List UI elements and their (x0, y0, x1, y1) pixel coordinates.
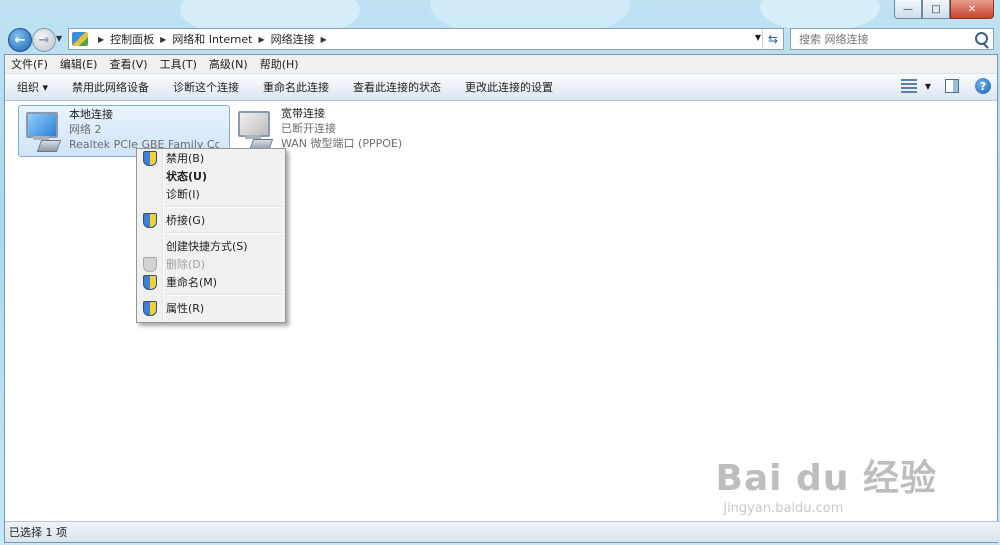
change-settings-button[interactable]: 更改此连接的设置 (453, 79, 565, 95)
menu-file[interactable]: 文件(F) (11, 56, 48, 72)
chevron-right-icon[interactable]: ▶ (259, 35, 265, 44)
disable-device-button[interactable]: 禁用此网络设备 (60, 79, 161, 95)
view-options-icon[interactable] (900, 79, 917, 93)
command-bar-right: ▼ ? (900, 78, 991, 94)
menu-item-label: 诊断(I) (166, 188, 200, 201)
breadcrumb-item[interactable]: 控制面板 (110, 31, 154, 47)
context-menu: 禁用(B) 状态(U) 诊断(I) 桥接(G) 创建快捷方式(S) 删除(D) … (136, 148, 286, 323)
menu-item-properties[interactable]: 属性(R) (137, 299, 285, 317)
menu-item-disable[interactable]: 禁用(B) (137, 149, 285, 167)
chevron-right-icon[interactable]: ▶ (98, 35, 104, 44)
menu-help[interactable]: 帮助(H) (260, 56, 299, 72)
uac-shield-icon (143, 275, 157, 290)
menu-item-delete: 删除(D) (137, 255, 285, 273)
forward-button[interactable]: → (32, 28, 56, 52)
menu-item-diagnose[interactable]: 诊断(I) (137, 185, 285, 203)
breadcrumb-item[interactable]: 网络和 Internet (172, 31, 252, 47)
breadcrumb-item[interactable]: 网络连接 (271, 31, 315, 47)
title-bar (0, 0, 1000, 28)
address-bar[interactable]: ▶ 控制面板 ▶ 网络和 Internet ▶ 网络连接 ▶ ▼ ⇆ (68, 28, 784, 50)
status-text: 已选择 1 项 (9, 526, 67, 539)
preview-pane-icon[interactable] (945, 79, 959, 93)
connection-network: 已断开连接 (281, 122, 336, 135)
search-icon[interactable] (975, 32, 988, 45)
watermark-logo: Bai du 经验 (715, 458, 937, 499)
watermark-url: jingyan.baidu.com (723, 501, 844, 516)
menu-item-label: 桥接(G) (166, 214, 206, 227)
back-button[interactable]: ← (8, 28, 32, 52)
menu-separator (165, 294, 283, 296)
connection-device: WAN 微型端口 (PPPOE) (281, 137, 403, 150)
connection-name: 本地连接 (69, 108, 113, 121)
network-adapter-icon (23, 112, 62, 152)
minimize-button[interactable]: — (894, 0, 922, 19)
chevron-down-icon[interactable]: ▼ (925, 82, 931, 91)
menu-item-label: 删除(D) (166, 258, 206, 271)
menu-item-rename[interactable]: 重命名(M) (137, 273, 285, 291)
breadcrumb: ▶ 控制面板 ▶ 网络和 Internet ▶ 网络连接 ▶ (92, 31, 333, 47)
menu-item-bridge[interactable]: 桥接(G) (137, 211, 285, 229)
menu-edit[interactable]: 编辑(E) (60, 56, 98, 72)
status-bar: 已选择 1 项 (5, 521, 1000, 542)
menu-bar: 文件(F) 编辑(E) 查看(V) 工具(T) 高级(N) 帮助(H) (5, 55, 997, 74)
menu-item-create-shortcut[interactable]: 创建快捷方式(S) (137, 237, 285, 255)
menu-separator (165, 232, 283, 234)
menu-item-label: 创建快捷方式(S) (166, 240, 248, 253)
menu-separator (165, 206, 283, 208)
search-box[interactable] (790, 28, 994, 50)
refresh-button[interactable]: ⇆ (762, 29, 783, 49)
menu-item-status[interactable]: 状态(U) (137, 167, 285, 185)
explorer-window: — □ ✕ ← → ▼ ▶ 控制面板 ▶ 网络和 Internet ▶ 网络连接… (0, 0, 1000, 545)
uac-shield-icon (143, 213, 157, 228)
chevron-right-icon[interactable]: ▶ (160, 35, 166, 44)
caption-buttons: — □ ✕ (894, 0, 994, 19)
address-dropdown-icon[interactable]: ▼ (755, 33, 761, 42)
maximize-button[interactable]: □ (922, 0, 950, 19)
control-panel-icon (72, 32, 88, 46)
view-status-button[interactable]: 查看此连接的状态 (341, 79, 453, 95)
connection-network: 网络 2 (69, 123, 102, 136)
menu-view[interactable]: 查看(V) (109, 56, 147, 72)
close-button[interactable]: ✕ (950, 0, 994, 19)
help-icon[interactable]: ? (975, 78, 991, 94)
organize-button[interactable]: 组织 ▾ (5, 79, 60, 95)
search-input[interactable] (797, 31, 971, 47)
connection-name: 宽带连接 (281, 107, 325, 120)
uac-shield-icon (143, 301, 157, 316)
watermark: Bai du 经验 jingyan.baidu.com (715, 449, 937, 516)
menu-item-label: 禁用(B) (166, 152, 205, 165)
menu-advanced[interactable]: 高级(N) (209, 56, 248, 72)
menu-item-label: 重命名(M) (166, 276, 218, 289)
chevron-right-icon[interactable]: ▶ (321, 35, 327, 44)
menu-item-label: 状态(U) (166, 170, 207, 183)
rename-connection-button[interactable]: 重命名此连接 (251, 79, 341, 95)
menu-tools[interactable]: 工具(T) (160, 56, 197, 72)
diagnose-connection-button[interactable]: 诊断这个连接 (161, 79, 251, 95)
uac-shield-icon (143, 151, 157, 166)
recent-pages-dropdown-icon[interactable]: ▼ (56, 34, 62, 43)
navigation-bar: ← → ▼ ▶ 控制面板 ▶ 网络和 Internet ▶ 网络连接 ▶ ▼ ⇆ (0, 26, 1000, 52)
network-adapter-icon (235, 111, 274, 151)
command-bar: 组织 ▾ 禁用此网络设备 诊断这个连接 重命名此连接 查看此连接的状态 更改此连… (5, 74, 997, 101)
uac-shield-icon (143, 257, 157, 272)
menu-item-label: 属性(R) (166, 302, 205, 315)
